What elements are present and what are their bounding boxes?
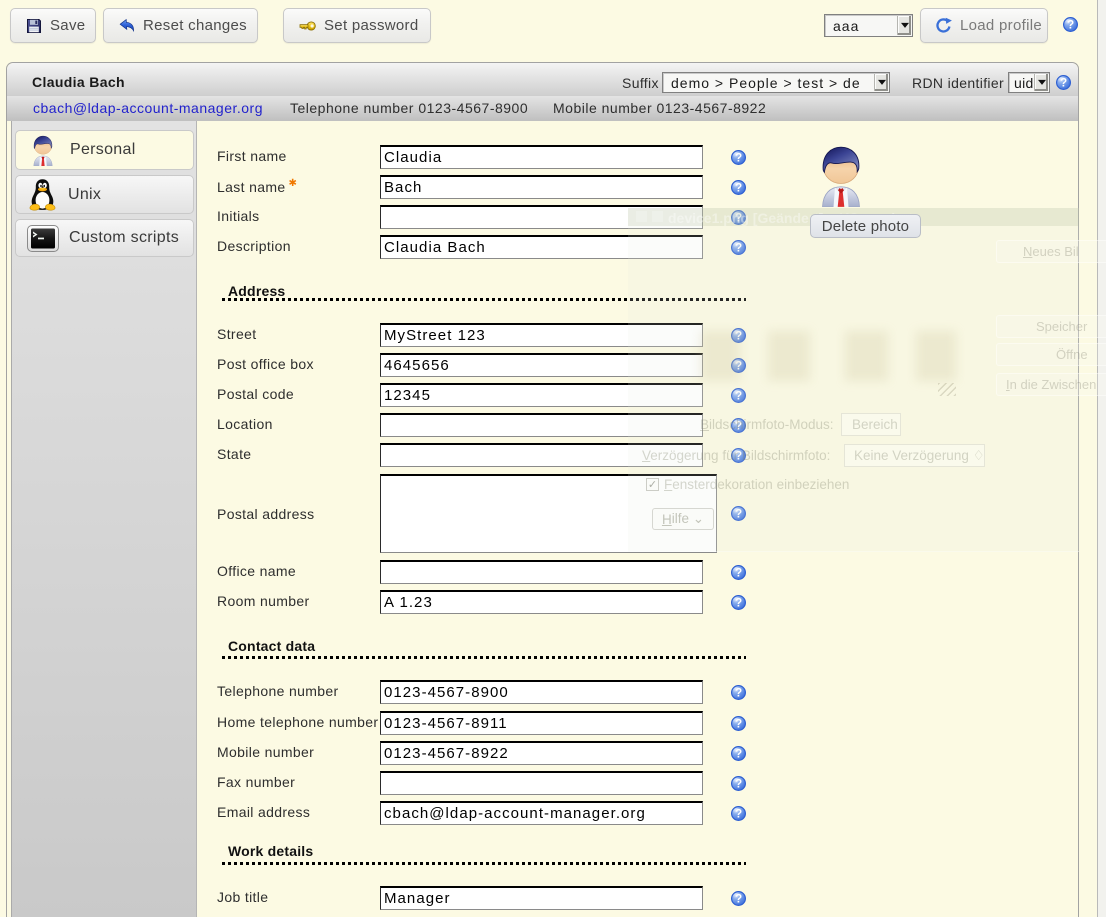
svg-text:?: ? — [735, 894, 742, 906]
svg-text:?: ? — [735, 688, 742, 700]
svg-text:?: ? — [735, 568, 742, 580]
svg-text:?: ? — [1060, 78, 1067, 90]
svg-text:?: ? — [735, 598, 742, 610]
svg-text:?: ? — [735, 243, 742, 255]
svg-text:?: ? — [735, 213, 742, 225]
svg-text:?: ? — [735, 451, 742, 463]
svg-text:?: ? — [735, 749, 742, 761]
svg-text:?: ? — [735, 421, 742, 433]
svg-text:?: ? — [735, 183, 742, 195]
svg-text:?: ? — [735, 719, 742, 731]
svg-text:?: ? — [735, 153, 742, 165]
svg-text:?: ? — [1067, 20, 1074, 32]
svg-text:?: ? — [735, 809, 742, 821]
svg-text:?: ? — [735, 509, 742, 521]
svg-text:?: ? — [735, 779, 742, 791]
svg-text:?: ? — [735, 331, 742, 343]
svg-text:?: ? — [735, 391, 742, 403]
svg-text:?: ? — [735, 361, 742, 373]
